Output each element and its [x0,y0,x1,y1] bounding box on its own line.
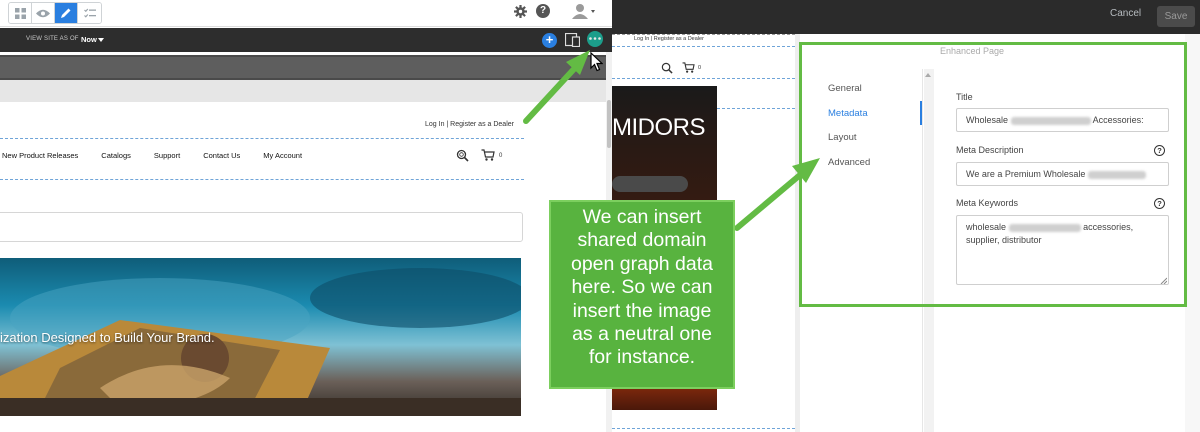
cursor-icon [590,52,603,72]
annotation-line: for instance. [588,346,696,369]
annotation-line: shared domain [577,229,707,252]
annotation-line: as a neutral one [572,323,712,346]
annotation-line: open graph data [570,252,714,275]
annotation-line: We can insert [582,206,702,228]
annotation-line: insert the image [572,299,712,322]
annotation-line: here. So we can [571,276,713,299]
annotation-callout: We can insert shared domain open graph d… [549,200,735,389]
